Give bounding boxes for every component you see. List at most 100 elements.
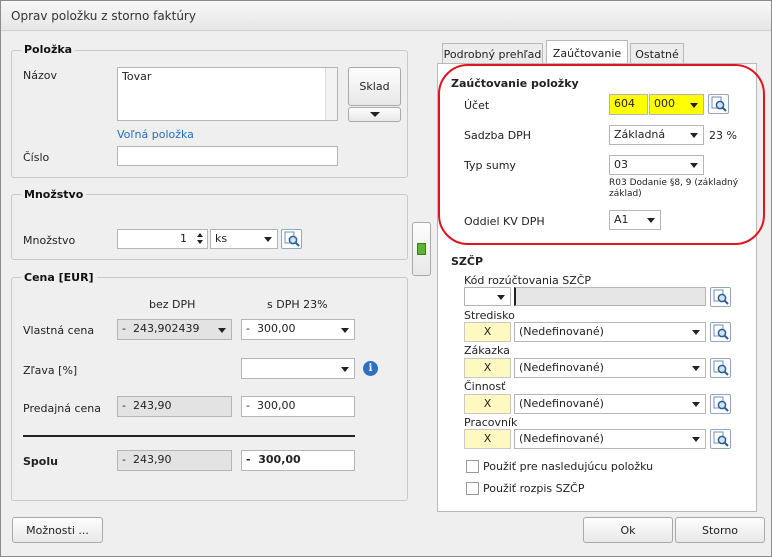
pouzit-pre-nasledujucu-label[interactable]: Použiť pre nasledujúcu položku	[483, 460, 653, 473]
sadzba-dph-dropdown[interactable]: Základná	[609, 125, 704, 145]
pracovnik-value: (Nedefinované)	[519, 432, 604, 445]
zakazka-value: (Nedefinované)	[519, 361, 604, 374]
ok-button[interactable]: Ok	[583, 517, 673, 543]
dialog-window: Oprav položku z storno faktúry Položka N…	[0, 0, 772, 557]
col-bez-dph-header: bez DPH	[149, 298, 196, 311]
sadzba-dph-value: Základná	[614, 128, 666, 141]
cinnost-clear-x[interactable]: X	[464, 394, 511, 414]
spolu-bez-sign: -	[122, 453, 126, 466]
cislo-label: Číslo	[23, 151, 50, 164]
kod-rozuctovania-input[interactable]	[514, 287, 706, 306]
chevron-down-icon	[369, 112, 380, 117]
pracovnik-clear-x[interactable]: X	[464, 429, 511, 449]
oddiel-kv-dph-value: A1	[614, 213, 629, 226]
predajna-s-sign: -	[246, 399, 250, 412]
unit-search-icon[interactable]	[281, 229, 302, 249]
vlastna-bez-dropdown[interactable]: - 243,902439	[117, 319, 232, 340]
zlava-label: Zľava [%]	[23, 364, 78, 377]
predajna-bez-field: - 243,90	[117, 396, 232, 417]
nazov-value: Tovar	[122, 70, 152, 83]
cinnost-dropdown[interactable]: (Nedefinované)	[514, 394, 706, 414]
ucet-label: Účet	[464, 99, 490, 112]
cinnost-label: Činnosť	[464, 380, 506, 393]
vlastna-s-value: 300,00	[256, 322, 296, 335]
predajna-s-value: 300,00	[256, 399, 296, 412]
zakazka-clear-x[interactable]: X	[464, 358, 511, 378]
pracovnik-label: Pracovník	[464, 416, 518, 429]
zakazka-label: Zákazka	[464, 344, 510, 357]
zauctovanie-title: Zaúčtovanie položky	[451, 77, 579, 90]
spolu-bez-value: 243,90	[132, 453, 172, 466]
typ-sumy-dropdown[interactable]: 03	[609, 155, 704, 175]
unit-value: ks	[215, 232, 228, 245]
tab-podrobny-prehlad[interactable]: Podrobný prehľad	[442, 43, 543, 64]
predajna-bez-value: 243,90	[132, 399, 172, 412]
stredisko-dropdown[interactable]: (Nedefinované)	[514, 322, 706, 342]
mnozstvo-label: Množstvo	[23, 234, 76, 247]
sadzba-dph-percent: 23 %	[709, 129, 737, 142]
tab-ostatne-label: Ostatné	[635, 47, 679, 61]
info-icon[interactable]: i	[363, 361, 378, 376]
stredisko-clear-x[interactable]: X	[464, 322, 511, 342]
pracovnik-search-icon[interactable]	[710, 429, 731, 449]
spolu-s-value: 300,00	[258, 453, 301, 466]
zlava-dropdown[interactable]	[241, 358, 355, 379]
kod-rozuctovania-search-icon[interactable]	[710, 287, 731, 307]
predajna-bez-sign: -	[122, 399, 126, 412]
spolu-divider	[23, 435, 355, 437]
mnozstvo-group	[11, 194, 408, 260]
stredisko-search-icon[interactable]	[710, 322, 731, 342]
unit-dropdown[interactable]: ks	[210, 229, 278, 249]
typ-sumy-value: 03	[614, 158, 628, 171]
pouzit-rozpis-szcp-checkbox[interactable]	[466, 482, 479, 495]
nazov-label: Názov	[23, 69, 57, 82]
pouzit-rozpis-szcp-label[interactable]: Použiť rozpis SZČP	[483, 482, 584, 495]
zakazka-dropdown[interactable]: (Nedefinované)	[514, 358, 706, 378]
mnozstvo-input[interactable]: 1	[117, 229, 208, 249]
predajna-s-input[interactable]: - 300,00	[241, 396, 355, 417]
cena-group-title: Cena [EUR]	[21, 271, 97, 284]
ucet-search-icon[interactable]	[708, 94, 729, 114]
kod-rozuctovania-dropdown[interactable]	[464, 287, 511, 306]
oddiel-kv-dph-label: Oddiel KV DPH	[464, 215, 545, 228]
splitter-icon	[417, 243, 426, 255]
tab-zauctovanie-label: Zaúčtovanie	[552, 46, 622, 60]
oddiel-kv-dph-dropdown[interactable]: A1	[609, 210, 661, 230]
title-bar: Oprav položku z storno faktúry	[1, 1, 771, 31]
tab-podrobny-prehlad-label: Podrobný prehľad	[443, 47, 542, 61]
cinnost-search-icon[interactable]	[710, 394, 731, 414]
cinnost-value: (Nedefinované)	[519, 397, 604, 410]
spolu-bez-field: - 243,90	[117, 450, 232, 471]
storno-button[interactable]: Storno	[675, 517, 765, 543]
vlastna-s-dropdown[interactable]: - 300,00	[241, 319, 355, 340]
tab-zauctovanie[interactable]: Zaúčtovanie	[546, 40, 628, 65]
vlastna-bez-value: 243,902439	[132, 322, 200, 335]
kod-rozuctovania-label: Kód rozúčtovania SZČP	[464, 274, 592, 287]
mnozstvo-group-title: Množstvo	[21, 188, 87, 201]
mnozstvo-spinner[interactable]	[194, 231, 205, 247]
vlastna-bez-sign: -	[122, 322, 126, 335]
cislo-input[interactable]	[117, 146, 338, 166]
sklad-button-label: Sklad	[359, 80, 390, 93]
pouzit-pre-nasledujucu-checkbox[interactable]	[466, 460, 479, 473]
stredisko-value: (Nedefinované)	[519, 325, 604, 338]
spolu-s-input[interactable]: - 300,00	[241, 450, 355, 471]
panel-splitter-button[interactable]	[412, 222, 431, 276]
spolu-label: Spolu	[23, 455, 58, 468]
predajna-cena-label: Predajná cena	[23, 402, 102, 415]
zakazka-search-icon[interactable]	[710, 358, 731, 378]
window-title: Oprav položku z storno faktúry	[11, 9, 196, 23]
typ-sumy-description: R03 Dodanie §8, 9 (základný základ)	[609, 178, 739, 199]
pracovnik-dropdown[interactable]: (Nedefinované)	[514, 429, 706, 449]
col-s-dph-header: s DPH 23%	[267, 298, 328, 311]
nazov-scrollbar[interactable]	[325, 68, 337, 120]
ucet-input[interactable]: 604	[609, 94, 648, 115]
nazov-textarea[interactable]: Tovar	[117, 67, 338, 121]
sklad-button[interactable]: Sklad	[348, 67, 401, 106]
ok-button-label: Ok	[620, 523, 636, 537]
sklad-dropdown-button[interactable]	[348, 107, 401, 122]
tab-ostatne[interactable]: Ostatné	[630, 43, 684, 64]
volna-polozka-link[interactable]: Voľná položka	[117, 128, 194, 141]
ucet-analytika-dropdown[interactable]: 000	[649, 94, 704, 115]
moznosti-button[interactable]: Možnosti ...	[12, 517, 103, 543]
